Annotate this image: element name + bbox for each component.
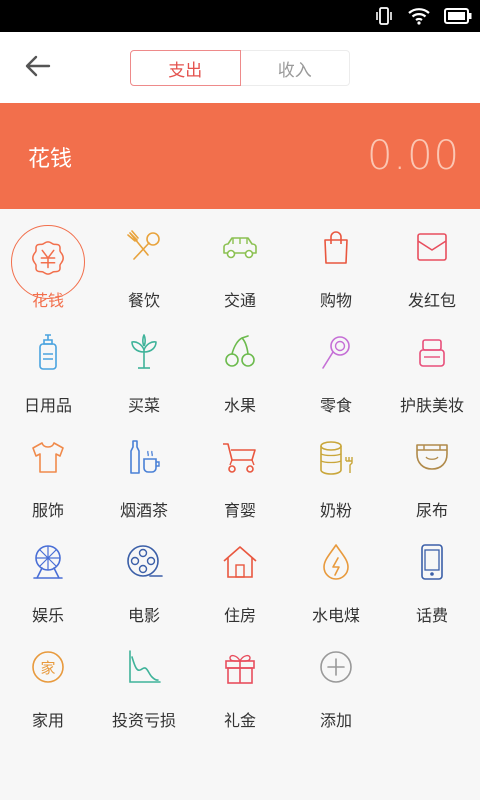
category-item[interactable]: 零食 [288,314,384,419]
category-item[interactable]: 奶粉 [288,419,384,524]
category-label: 家用 [31,711,64,730]
category-item[interactable]: 家 家用 [0,629,96,734]
category-item[interactable]: 发红包 [384,209,480,314]
svg-text:家: 家 [40,659,55,677]
amount-banner: 花钱 0.00 [0,103,480,209]
category-item[interactable]: 住房 [192,524,288,629]
category-label: 发红包 [407,291,456,310]
cherry-icon [225,335,255,367]
car-icon [223,237,257,259]
category-label: 水果 [223,396,256,415]
category-label: 住房 [223,606,256,625]
category-item[interactable]: 日用品 [0,314,96,419]
category-label: 烟酒茶 [119,501,168,520]
category-label: 零食 [319,396,352,415]
category-item[interactable]: 水果 [192,314,288,419]
category-item[interactable]: 尿布 [384,419,480,524]
diaper-icon [416,444,448,470]
film-reel-icon [127,545,163,577]
ferris-wheel-icon [33,545,63,579]
category-label: 买菜 [127,396,160,415]
status-bar [0,0,480,32]
category-item[interactable]: 电影 [96,524,192,629]
category-item[interactable]: 购物 [288,209,384,314]
category-label: 花钱 [31,291,64,310]
category-item[interactable]: 水电煤 [288,524,384,629]
category-label: 话费 [415,606,448,625]
fork-spoon-icon [127,230,160,260]
category-item[interactable]: 育婴 [192,419,288,524]
category-label: 交通 [223,291,256,310]
cosmetics-icon [419,339,445,367]
add-circle-icon [320,651,352,683]
category-label: 餐饮 [127,291,160,310]
house-icon [223,546,257,578]
category-label: 娱乐 [31,606,64,625]
home-seal-icon: 家 [32,651,64,683]
category-label: 日用品 [23,396,72,415]
phone-icon [421,544,443,580]
category-item[interactable]: 添加 [288,629,384,734]
category-item[interactable]: 投资亏损 [96,629,192,734]
tshirt-icon [32,442,64,473]
category-label: 育婴 [223,501,256,520]
category-label: 电影 [127,606,160,625]
category-label: 奶粉 [319,501,352,520]
energy-drop-icon [323,544,349,580]
category-label: 尿布 [415,501,448,520]
shopping-bag-icon [324,231,348,264]
category-label: 投资亏损 [111,711,176,730]
category-label: 水电煤 [311,606,360,625]
category-label: 护肤美妆 [399,396,464,415]
tab-expense[interactable]: 支出 [130,50,241,86]
battery-icon [444,8,472,24]
tab-income[interactable]: 收入 [240,50,350,86]
category-item[interactable]: 交通 [192,209,288,314]
category-item[interactable]: 买菜 [96,314,192,419]
milk-powder-icon [320,441,353,475]
category-label: 添加 [319,711,352,730]
type-switch: 支出 收入 [130,50,350,86]
lollipop-icon [322,336,350,369]
category-label: 购物 [319,291,352,310]
envelope-icon [417,233,447,261]
category-item[interactable]: 护肤美妆 [384,314,480,419]
wifi-icon [408,7,430,25]
back-button[interactable] [18,50,58,86]
category-item[interactable]: 花钱 [0,209,96,314]
vegetable-icon [131,334,157,369]
bottle-icon [39,334,57,370]
stroller-icon [223,443,256,473]
gift-box-icon [225,654,255,684]
nav-bar: 支出 收入 [0,32,480,103]
category-item[interactable]: 餐饮 [96,209,192,314]
category-item[interactable]: 礼金 [192,629,288,734]
category-item[interactable]: 娱乐 [0,524,96,629]
category-label: 礼金 [223,711,256,730]
amount-display[interactable]: 0.00 [367,133,460,179]
stock-chart-icon [129,650,161,683]
bottle-cup-icon [130,440,160,474]
yuan-coin-icon [32,241,64,275]
vibrate-icon [374,6,394,26]
category-label: 服饰 [31,501,64,520]
category-name: 花钱 [28,147,73,172]
arrow-left-icon [25,55,51,81]
category-item[interactable]: 服饰 [0,419,96,524]
category-item[interactable]: 烟酒茶 [96,419,192,524]
category-item[interactable]: 话费 [384,524,480,629]
